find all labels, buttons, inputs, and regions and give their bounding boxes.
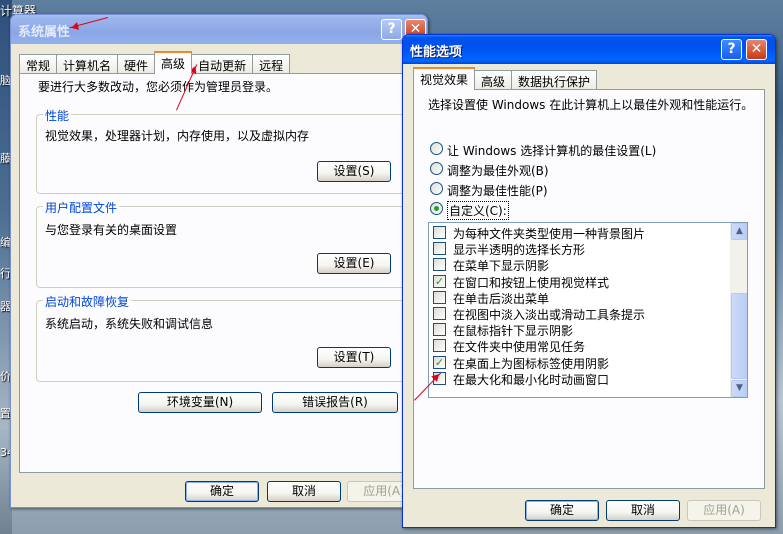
environment-variables-button[interactable]: 环境变量(N) — [138, 392, 262, 413]
checkbox-icon[interactable] — [433, 242, 446, 256]
user-profiles-group: 用户配置文件 与您登录有关的桌面设置 设置(E) — [36, 199, 406, 288]
system-properties-window: 系统属性 ? ✕ 常规 计算机名 硬件 高级 自动更新 远程 要进行大多数改动，… — [10, 14, 428, 508]
user-profiles-settings-button[interactable]: 设置(E) — [317, 253, 391, 274]
visual-effect-option-label[interactable]: 在文件夹中使用常见任务 — [453, 338, 585, 355]
checkbox-checked-icon[interactable]: ✓ — [433, 274, 446, 288]
radio-button[interactable] — [430, 162, 443, 175]
checkbox-icon[interactable] — [433, 323, 446, 337]
performance-group-label: 性能 — [43, 107, 72, 124]
tab-visual-effects[interactable]: 视觉效果 — [413, 67, 476, 90]
startup-recovery-description: 系统启动，系统失败和调试信息 — [45, 317, 214, 331]
error-reporting-button[interactable]: 错误报告(R) — [272, 392, 398, 413]
performance-description: 视觉效果，处理器计划，内存使用，以及虚拟内存 — [45, 129, 310, 143]
tab-remote[interactable]: 远程 — [252, 54, 291, 73]
close-button[interactable]: ✕ — [746, 39, 767, 60]
tab-general[interactable]: 常规 — [19, 54, 58, 73]
tab-hardware[interactable]: 硬件 — [117, 54, 156, 73]
scroll-down-icon[interactable]: ▼ — [731, 380, 747, 397]
checkbox-checked-icon[interactable]: ✓ — [433, 355, 446, 369]
admin-note: 要进行大多数改动，您必须作为管理员登录。 — [38, 80, 279, 94]
performance-group: 性能 视觉效果，处理器计划，内存使用，以及虚拟内存 设置(S) — [36, 107, 406, 194]
cancel-button[interactable]: 取消 — [267, 481, 341, 502]
visual-effect-option-label[interactable]: 显示半透明的选择长方形 — [453, 241, 585, 258]
startup-recovery-group: 启动和故障恢复 系统启动，系统失败和调试信息 设置(T) — [36, 293, 406, 382]
visual-effect-option-label[interactable]: 在视图中淡入淡出或滑动工具条提示 — [453, 306, 645, 323]
tab-advanced[interactable]: 高级 — [154, 51, 193, 74]
ok-button[interactable]: 确定 — [185, 481, 259, 502]
tab-data-execution-prevention[interactable]: 数据执行保护 — [511, 70, 598, 89]
checkbox-icon[interactable] — [433, 258, 446, 272]
visual-effect-option-label[interactable]: 在菜单下显示阴影 — [453, 257, 549, 274]
tab-computer-name[interactable]: 计算机名 — [56, 54, 119, 73]
user-profiles-group-label: 用户配置文件 — [43, 199, 120, 216]
visual-effect-option-label[interactable]: 在单击后淡出菜单 — [453, 290, 549, 307]
radio-label[interactable]: 自定义(C): — [447, 201, 509, 220]
user-profiles-description: 与您登录有关的桌面设置 — [45, 223, 178, 237]
radio-label[interactable]: 调整为最佳性能(P) — [447, 182, 548, 199]
visual-effects-checklist[interactable]: 为每种文件夹类型使用一种背景图片 显示半透明的选择长方形 在菜单下显示阴影 ✓ 在窗口和… — [428, 222, 748, 398]
visual-effect-option-label[interactable]: 在桌面上为图标标签使用阴影 — [453, 355, 609, 372]
tab-advanced[interactable]: 高级 — [474, 70, 513, 89]
system-properties-tabs: 常规 计算机名 硬件 高级 自动更新 远程 — [19, 51, 291, 74]
radio-button[interactable] — [430, 142, 443, 155]
visual-effects-tab-panel: 选择设置使 Windows 在此计算机上以最佳外观和性能运行。 让 Window… — [413, 89, 765, 489]
performance-options-title: 性能选项 — [410, 45, 463, 60]
checkbox-icon[interactable] — [433, 290, 446, 304]
visual-effect-option-label[interactable]: 为每种文件夹类型使用一种背景图片 — [453, 225, 645, 242]
checklist-scrollbar[interactable]: ▲ ▼ — [730, 223, 747, 397]
checkbox-icon[interactable] — [433, 339, 446, 353]
checkbox-icon[interactable] — [433, 226, 446, 239]
startup-recovery-settings-button[interactable]: 设置(T) — [317, 347, 391, 368]
visual-effect-option-label[interactable]: 在最大化和最小化时动画窗口 — [453, 371, 609, 388]
visual-effect-option-label[interactable]: 在鼠标指针下显示阴影 — [453, 322, 573, 339]
checkbox-icon[interactable] — [433, 307, 446, 320]
help-button[interactable]: ? — [381, 19, 402, 40]
advanced-tab-panel: 要进行大多数改动，您必须作为管理员登录。 性能 视觉效果，处理器计划，内存使用，… — [19, 73, 419, 473]
help-button[interactable]: ? — [721, 39, 742, 60]
radio-label[interactable]: 让 Windows 选择计算机的最佳设置(L) — [447, 142, 656, 159]
visual-effects-intro: 选择设置使 Windows 在此计算机上以最佳外观和性能运行。 — [428, 98, 754, 112]
performance-options-window: 性能选项 ? ✕ 视觉效果 高级 数据执行保护 选择设置使 Windows 在此… — [402, 34, 776, 528]
system-properties-title: 系统属性 — [18, 25, 71, 40]
radio-button[interactable] — [430, 202, 443, 215]
scrollbar-thumb[interactable] — [731, 293, 747, 379]
apply-button[interactable]: 应用(A) — [687, 500, 761, 521]
performance-options-titlebar[interactable]: 性能选项 ? ✕ — [403, 35, 775, 64]
performance-options-tabs: 视觉效果 高级 数据执行保护 — [413, 67, 598, 90]
radio-label[interactable]: 调整为最佳外观(B) — [447, 162, 549, 179]
radio-button[interactable] — [430, 182, 443, 195]
visual-effect-option-label[interactable]: 在窗口和按钮上使用视觉样式 — [453, 274, 609, 291]
startup-recovery-group-label: 启动和故障恢复 — [43, 293, 132, 310]
cancel-button[interactable]: 取消 — [606, 500, 680, 521]
ok-button[interactable]: 确定 — [525, 500, 599, 521]
scroll-up-icon[interactable]: ▲ — [731, 223, 747, 240]
performance-settings-button[interactable]: 设置(S) — [317, 161, 391, 182]
